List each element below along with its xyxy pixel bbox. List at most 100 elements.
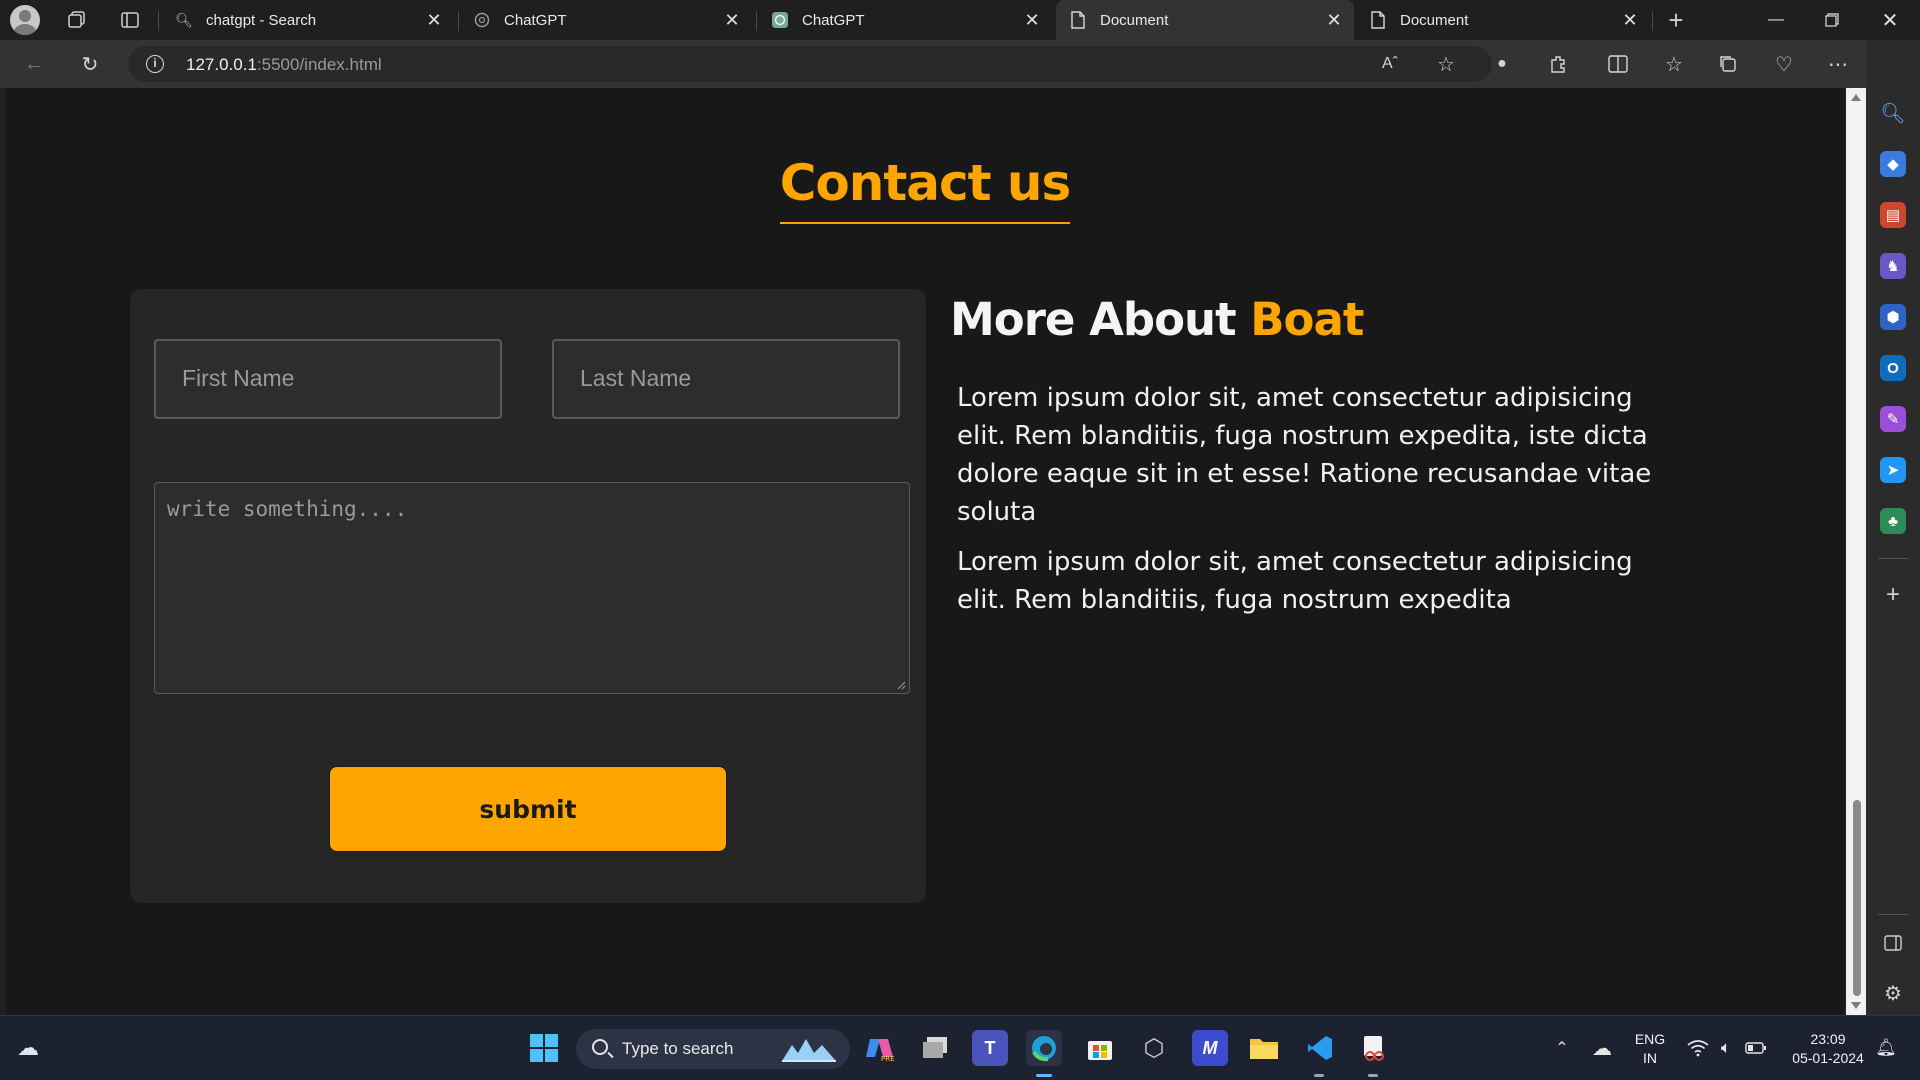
workspaces-icon[interactable]: [57, 4, 97, 36]
about-paragraph-1: Lorem ipsum dolor sit, amet consectetur …: [957, 383, 1652, 527]
restore-button[interactable]: [1804, 0, 1860, 40]
taskbar-search-box[interactable]: Type to search: [576, 1029, 850, 1069]
sidebar-divider: [1878, 558, 1908, 559]
about-heading-accent: Boat: [1250, 293, 1364, 346]
refresh-icon[interactable]: ↻: [72, 48, 108, 80]
contact-heading-wrap: Contact us: [6, 154, 1844, 224]
snipping-tool-icon[interactable]: [1356, 1030, 1392, 1066]
vertical-tabs-icon[interactable]: [110, 4, 150, 36]
mathway-icon[interactable]: M: [1192, 1030, 1228, 1066]
search-icon: 🔍︎: [175, 11, 193, 28]
tab-separator: [1652, 11, 1653, 31]
notification-bell-icon[interactable]: 🔔︎: [1868, 1030, 1904, 1066]
scroll-up-arrow-icon[interactable]: [1851, 94, 1861, 101]
browser-tab-strip: 🔍︎ chatgpt - Search ✕ ChatGPT ✕ ChatGPT …: [0, 0, 1920, 40]
scroll-down-arrow-icon[interactable]: [1851, 1002, 1861, 1009]
collections-icon[interactable]: [1710, 48, 1746, 80]
microsoft-365-icon[interactable]: ⬢: [1880, 304, 1906, 330]
unity-icon[interactable]: ⬡: [1136, 1030, 1172, 1066]
close-tab-icon[interactable]: ✕: [722, 10, 742, 30]
hide-sidebar-icon[interactable]: [1880, 930, 1906, 956]
active-app-indicator: [1036, 1074, 1052, 1077]
page-scrollbar[interactable]: [1846, 88, 1866, 1015]
extension-icon[interactable]: ●: [1484, 48, 1520, 80]
language-indicator[interactable]: ENG IN: [1630, 1030, 1670, 1068]
task-view-icon[interactable]: [918, 1030, 954, 1066]
address-bar[interactable]: i 127.0.0.1:5500/index.html Aˆ ☆: [128, 46, 1492, 82]
about-heading: More About Boat: [950, 293, 1364, 346]
resize-grip-icon[interactable]: [896, 680, 906, 690]
tab-title: chatgpt - Search: [206, 11, 317, 29]
tab-separator: [458, 11, 459, 31]
close-tab-icon[interactable]: ✕: [1324, 10, 1344, 30]
battery-icon[interactable]: [1738, 1030, 1774, 1066]
favorite-star-icon[interactable]: ☆: [1428, 48, 1464, 80]
chatgpt-icon: [474, 12, 490, 28]
tab-chatgpt-2[interactable]: ChatGPT ✕: [758, 0, 1052, 40]
more-menu-icon[interactable]: ⋯: [1820, 48, 1856, 80]
edge-sidebar: 🔍︎ ◆ ▤ ♞ ⬢ O ✎ ➤ ♣ + ⚙: [1866, 40, 1920, 1015]
scrollbar-thumb[interactable]: [1853, 800, 1861, 996]
profile-avatar-icon[interactable]: [10, 5, 40, 35]
last-name-input[interactable]: Last Name: [552, 339, 900, 419]
outlook-icon[interactable]: O: [1880, 355, 1906, 381]
page-title: Contact us: [779, 154, 1071, 224]
document-icon: [1370, 11, 1386, 29]
tab-title: ChatGPT: [504, 11, 567, 29]
tab-title: Document: [1100, 11, 1169, 29]
back-arrow-icon[interactable]: ←: [16, 48, 52, 80]
first-name-input[interactable]: First Name: [154, 339, 502, 419]
close-tab-icon[interactable]: ✕: [1620, 10, 1640, 30]
windows-start-icon[interactable]: [526, 1030, 562, 1066]
message-textarea[interactable]: write something....: [154, 482, 910, 694]
favorites-icon[interactable]: ☆: [1656, 48, 1692, 80]
svg-text:PRE: PRE: [881, 1055, 895, 1063]
minimize-button[interactable]: —: [1748, 0, 1804, 40]
search-icon: [592, 1039, 608, 1055]
tab-title: ChatGPT: [802, 11, 865, 29]
about-heading-main: More About: [950, 293, 1237, 346]
extensions-puzzle-icon[interactable]: [1540, 48, 1576, 80]
vscode-icon[interactable]: [1302, 1030, 1338, 1066]
settings-gear-icon[interactable]: ⚙: [1880, 980, 1906, 1006]
clock-date: 05-01-2024: [1792, 1050, 1864, 1066]
tree-icon[interactable]: ♣: [1880, 508, 1906, 534]
add-sidebar-app-icon[interactable]: +: [1880, 581, 1906, 608]
file-explorer-icon[interactable]: [1246, 1030, 1282, 1066]
new-tab-button[interactable]: +: [1656, 4, 1696, 36]
tools-briefcase-icon[interactable]: ▤: [1880, 202, 1906, 228]
document-icon: [1070, 11, 1086, 29]
tab-chatgpt-1[interactable]: ChatGPT ✕: [460, 0, 752, 40]
microsoft-store-icon[interactable]: [1082, 1030, 1118, 1066]
close-window-button[interactable]: ✕: [1862, 0, 1918, 40]
browser-essentials-icon[interactable]: ♡: [1766, 48, 1802, 80]
tab-separator: [158, 11, 159, 31]
shopping-tag-icon[interactable]: ◆: [1880, 151, 1906, 177]
designer-icon[interactable]: ✎: [1880, 406, 1906, 432]
read-aloud-icon[interactable]: Aˆ: [1372, 48, 1408, 80]
edge-browser-icon[interactable]: [1026, 1030, 1062, 1066]
tab-chatgpt-search[interactable]: 🔍︎ chatgpt - Search ✕: [162, 0, 454, 40]
clock[interactable]: 23:09 05-01-2024: [1780, 1030, 1876, 1068]
browser-toolbar: ← ↻ i 127.0.0.1:5500/index.html Aˆ ☆ ● ☆…: [0, 40, 1920, 88]
split-screen-icon[interactable]: [1600, 48, 1636, 80]
submit-button[interactable]: submit: [329, 766, 727, 852]
tab-separator: [756, 11, 757, 31]
sidebar-search-icon[interactable]: 🔍︎: [1880, 100, 1906, 126]
send-icon[interactable]: ➤: [1880, 457, 1906, 483]
close-tab-icon[interactable]: ✕: [1022, 10, 1042, 30]
close-tab-icon[interactable]: ✕: [424, 10, 444, 30]
site-info-icon[interactable]: i: [146, 55, 164, 73]
url-text[interactable]: 127.0.0.1:5500/index.html: [186, 55, 382, 75]
tab-document-active[interactable]: Document ✕: [1056, 0, 1354, 40]
games-icon[interactable]: ♞: [1880, 253, 1906, 279]
contact-form: First Name Last Name write something....…: [130, 289, 926, 903]
onedrive-cloud-icon[interactable]: ☁: [1584, 1030, 1620, 1066]
teams-icon[interactable]: T: [972, 1030, 1008, 1066]
show-hidden-icons-chevron-icon[interactable]: ⌃: [1544, 1030, 1580, 1066]
about-paragraph-2: Lorem ipsum dolor sit, amet consectetur …: [957, 547, 1633, 615]
weather-icon[interactable]: ☁: [10, 1030, 46, 1066]
tab-document[interactable]: Document ✕: [1356, 0, 1650, 40]
copilot-taskbar-icon[interactable]: PRE: [862, 1030, 898, 1066]
sidebar-divider: [1878, 914, 1908, 915]
